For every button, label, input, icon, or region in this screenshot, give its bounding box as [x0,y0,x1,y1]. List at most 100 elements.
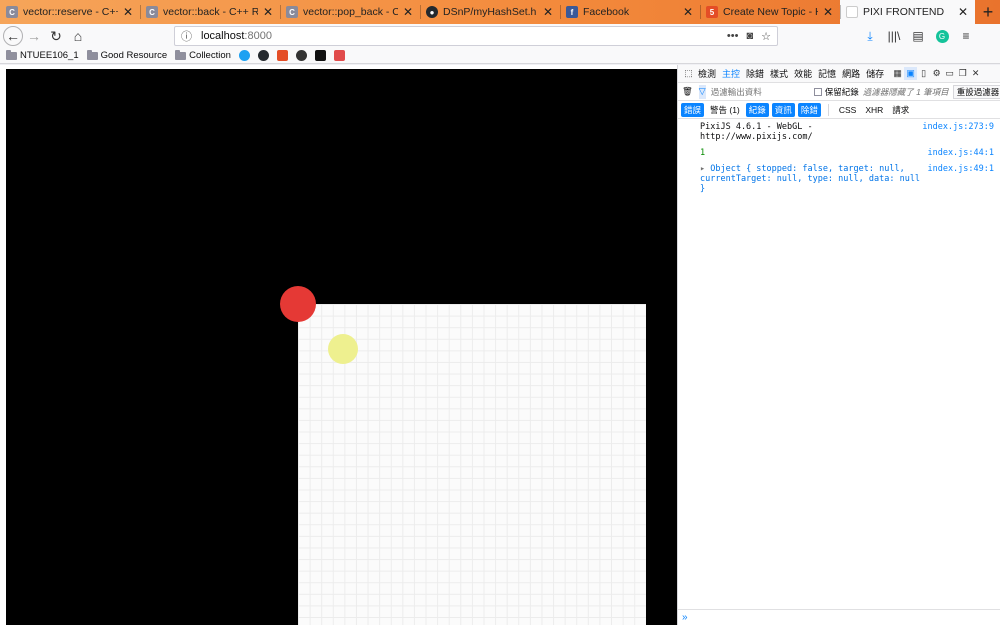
close-icon[interactable]: ✕ [682,5,694,19]
expand-arrow-icon[interactable]: ▸ [700,164,710,174]
tab-strip: C vector::reserve - C++ Refe ✕ C vector:… [0,0,1000,24]
category-info[interactable]: 資訊 [771,102,795,117]
folder-icon [6,49,17,60]
console-message[interactable]: ▸ Object { stopped: false, target: null,… [678,161,1000,197]
message-text: PixiJS 4.6.1 - WebGL - http://www.pixijs… [700,122,813,142]
category-warnings[interactable]: 警告 (1) [707,103,743,117]
devtools-panel: ⬚ 檢測 主控 除錯 樣式 效能 記憶 網路 儲存 ▦ ▣ ▯ ⚙ ▭ ❐ ✕ … [677,65,1000,625]
filter-icon[interactable]: ▽ [698,84,706,99]
tab-facebook[interactable]: f Facebook ✕ [560,0,700,24]
tab-network[interactable]: 網路 [839,67,863,80]
tab-vector-pop-back[interactable]: C vector::pop_back - C++ Re ✕ [280,0,420,24]
openai-icon[interactable] [295,50,307,61]
tab-github-dsnp[interactable]: ● DSnP/myHashSet.h at mas ✕ [420,0,560,24]
bookmark-star-icon[interactable]: ☆ [761,30,771,43]
cplusplus-icon: C [6,6,18,18]
bookmark-folder-good-resource[interactable]: Good Resource [86,49,167,61]
tab-vector-back[interactable]: C vector::back - C++ Referen ✕ [140,0,280,24]
split-console-icon[interactable]: ▣ [904,67,918,80]
filter-input[interactable] [710,86,806,97]
trash-icon[interactable]: 🗑 [682,86,693,97]
new-tab-button[interactable]: + [976,0,1000,24]
red-ball[interactable] [280,286,316,322]
pixi-canvas[interactable] [6,69,677,625]
category-css[interactable]: CSS [836,104,859,116]
bookmarks-bar: NTUEE106_1 Good Resource Collection [0,48,1000,64]
close-icon[interactable]: ✕ [822,5,834,19]
console-output: PixiJS 4.6.1 - WebGL - http://www.pixijs… [678,119,1000,197]
tab-vector-reserve[interactable]: C vector::reserve - C++ Refe ✕ [0,0,140,24]
url-actions: ••• ◙ ☆ [727,30,771,43]
close-icon[interactable]: ✕ [957,5,969,19]
persist-logs-checkbox[interactable]: 保留紀錄 [813,86,859,98]
message-text[interactable]: ▸ Object { stopped: false, target: null,… [700,164,921,194]
element-picker-icon[interactable]: ⬚ [682,67,695,80]
tab-inspector[interactable]: 檢測 [695,67,719,80]
tab-title: vector::reserve - C++ Refe [23,6,118,18]
close-icon[interactable]: ✕ [262,5,274,19]
message-source-link[interactable]: index.js:44:1 [927,148,994,158]
medium-icon[interactable] [314,50,326,61]
url-bar[interactable]: ⓘ localhost:8000 ••• ◙ ☆ [174,26,778,46]
url-host: localhost [201,30,245,42]
back-button[interactable]: ← [3,26,23,46]
message-source-link[interactable]: index.js:273:9 [922,122,994,142]
checkbox-icon[interactable] [813,87,822,96]
tab-title: DSnP/myHashSet.h at mas [443,6,538,18]
tab-title: Facebook [583,6,630,18]
tab-performance[interactable]: 效能 [791,67,815,80]
console-input[interactable]: » [678,609,1000,625]
category-requests[interactable]: 請求 [889,103,912,117]
forward-button[interactable]: → [23,25,45,47]
tab-title: PIXI FRONTEND [863,6,945,18]
dock-icon[interactable]: ▭ [943,67,956,80]
gear-icon[interactable]: ⚙ [930,67,943,80]
bookmark-label: Collection [189,50,231,61]
github-icon[interactable] [257,50,269,61]
category-debug[interactable]: 除錯 [797,102,821,117]
close-icon[interactable]: ✕ [122,5,134,19]
page-actions-icon[interactable]: ••• [727,30,739,43]
folder-icon [175,49,187,60]
layout-icon[interactable]: ▦ [891,67,904,80]
tab-storage[interactable]: 儲存 [863,67,887,80]
tab-memory[interactable]: 記憶 [815,67,839,80]
tab-title: Create New Topic - HTML5 [723,6,818,18]
close-icon[interactable]: ✕ [969,67,982,80]
reset-filters-button[interactable]: 重設過濾器 [952,84,1000,99]
folder-icon [86,49,98,60]
pocket-icon[interactable]: ◙ [746,30,753,43]
message-source-link[interactable]: index.js:49:1 [927,164,994,194]
reload-button[interactable]: ↻ [45,25,67,47]
category-logs[interactable]: 紀錄 [745,102,769,117]
info-icon[interactable]: ⓘ [181,28,195,44]
html5-icon[interactable] [276,50,288,61]
close-icon[interactable]: ✕ [542,5,554,19]
tab-console[interactable]: 主控 [719,67,743,80]
app-icon[interactable] [333,50,345,61]
toolbar-right: ⤓ |||\ ▤ G ≡ [860,24,976,48]
yellow-ball[interactable] [328,334,358,364]
close-icon[interactable]: ✕ [402,5,414,19]
download-icon[interactable]: ⤓ [860,25,880,47]
undock-icon[interactable]: ❐ [956,67,969,80]
bookmark-folder-ntuee[interactable]: NTUEE106_1 [6,49,79,61]
hidden-count: 過濾器隱藏了 1 筆項目 [862,86,949,97]
grammarly-icon[interactable]: G [932,25,952,47]
category-xhr[interactable]: XHR [862,104,886,116]
category-errors[interactable]: 錯誤 [681,102,705,117]
home-button[interactable]: ⌂ [67,25,89,47]
bookmark-folder-collection[interactable]: Collection [175,49,231,61]
bird-icon[interactable] [238,50,250,61]
tab-create-new-topic[interactable]: 5 Create New Topic - HTML5 ✕ [700,0,840,24]
tab-pixi-frontend[interactable]: PIXI FRONTEND ✕ [840,0,975,24]
tab-debugger[interactable]: 除錯 [743,67,767,80]
library-icon[interactable]: |||\ [884,25,904,47]
sidebar-icon[interactable]: ▤ [908,25,928,47]
object-preview: Object { stopped: false, target: null, c… [700,164,921,194]
cplusplus-icon: C [286,6,298,18]
console-message: PixiJS 4.6.1 - WebGL - http://www.pixijs… [678,119,1000,145]
tab-style-editor[interactable]: 樣式 [767,67,791,80]
menu-icon[interactable]: ≡ [956,25,976,47]
responsive-icon[interactable]: ▯ [917,67,930,80]
